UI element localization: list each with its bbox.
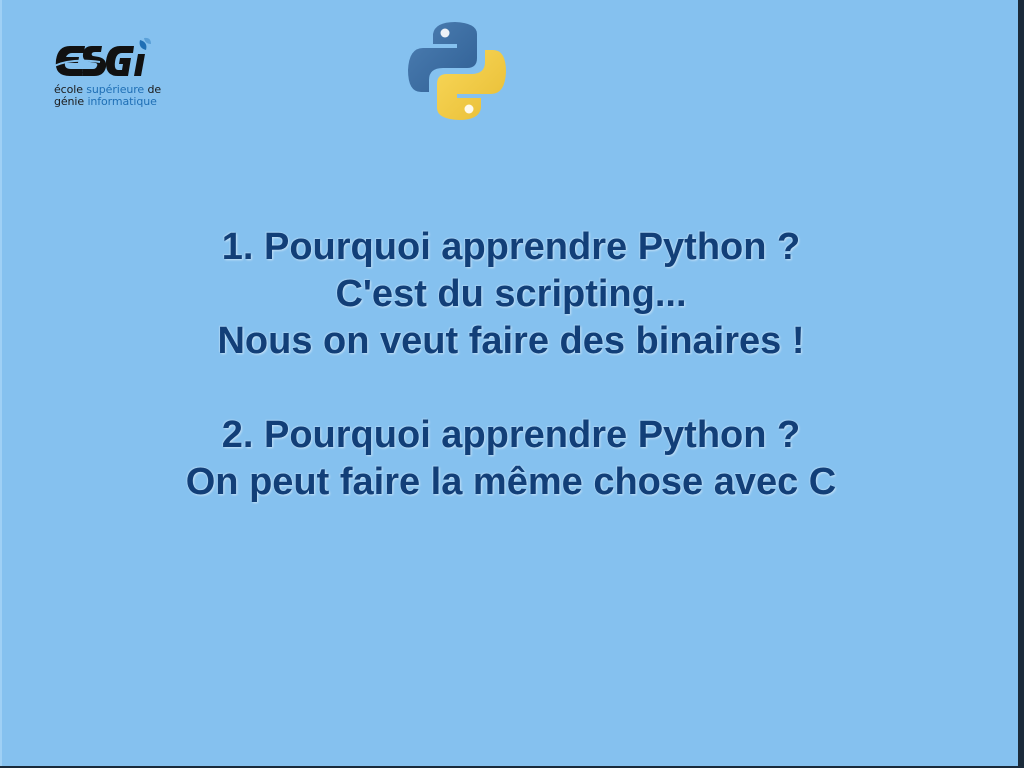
screen-edge-right xyxy=(1018,0,1024,768)
question-1-line-2: C'est du scripting... xyxy=(335,273,687,315)
esgi-wordmark-icon xyxy=(53,37,151,76)
python-logo xyxy=(405,20,509,122)
slide-content: 1. Pourquoi apprendre Python ? C'est du … xyxy=(2,224,1020,506)
question-2-line-2: On peut faire la même chose avec C xyxy=(185,461,837,503)
esgi-logo: école supérieure de génie informatique xyxy=(52,36,177,116)
esgi-subtitle: école supérieure de génie informatique xyxy=(54,84,161,108)
esgi-subtitle-blue: informatique xyxy=(87,95,157,108)
esgi-subtitle-dark: génie xyxy=(54,95,88,108)
question-2-title: 2. Pourquoi apprendre Python ? xyxy=(221,414,801,456)
slide: école supérieure de génie informatique 1… xyxy=(0,0,1018,766)
python-icon xyxy=(408,22,506,120)
question-1-line-3: Nous on veut faire des binaires ! xyxy=(217,320,805,362)
question-1-title: 1. Pourquoi apprendre Python ? xyxy=(221,226,801,268)
